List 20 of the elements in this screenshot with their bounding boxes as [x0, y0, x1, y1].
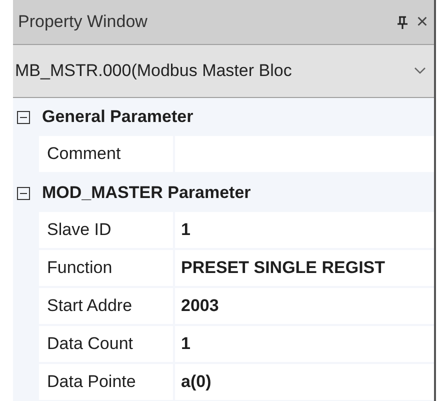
panel-title: Property Window: [18, 12, 148, 32]
property-name: Data Count: [39, 326, 173, 362]
property-name: Start Addre: [39, 288, 173, 324]
property-name: Comment: [39, 136, 173, 172]
property-value[interactable]: 1: [175, 212, 434, 248]
close-button[interactable]: ×: [416, 10, 428, 34]
pin-icon[interactable]: [397, 16, 408, 28]
property-name: Slave ID: [39, 212, 173, 248]
category-header: General Parameter: [42, 107, 194, 127]
chevron-down-icon: [414, 67, 426, 75]
property-value[interactable]: 1: [175, 326, 434, 362]
collapse-toggle-icon[interactable]: [17, 110, 30, 124]
property-name: Data Pointe: [39, 364, 173, 400]
collapse-toggle-icon[interactable]: [17, 186, 30, 200]
property-value[interactable]: PRESET SINGLE REGIST: [175, 250, 434, 286]
property-value[interactable]: a(0): [175, 364, 434, 400]
property-value[interactable]: 2003: [175, 288, 434, 324]
object-dropdown[interactable]: MB_MSTR.000(Modbus Master Bloc: [13, 45, 434, 98]
category-header: MOD_MASTER Parameter: [42, 183, 251, 203]
property-name: Function: [39, 250, 173, 286]
